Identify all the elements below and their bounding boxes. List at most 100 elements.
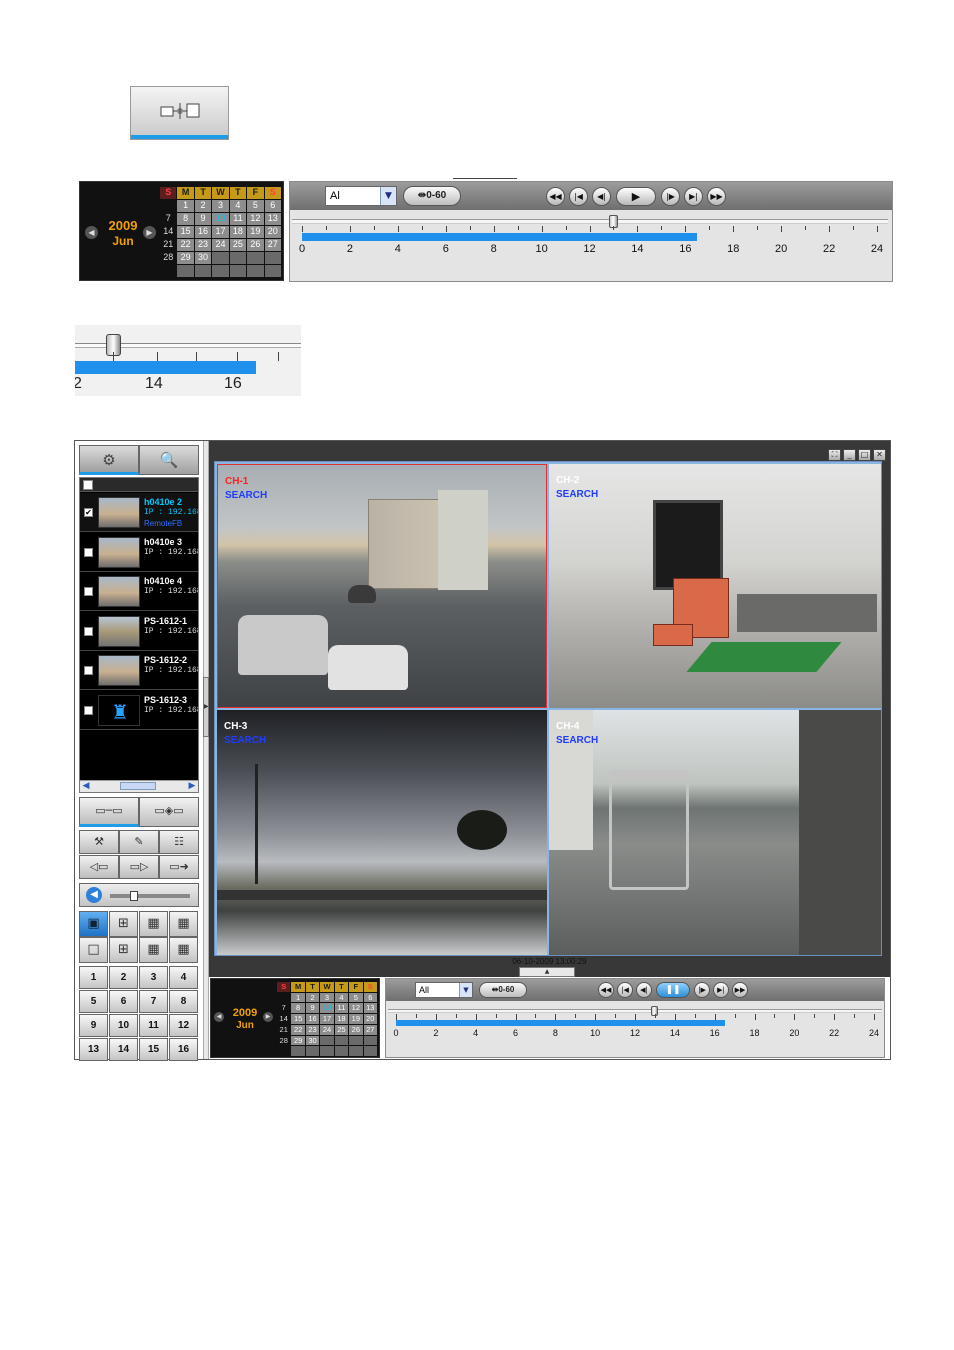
- calendar-day[interactable]: 20: [264, 226, 281, 238]
- calendar-day[interactable]: 26: [247, 239, 264, 251]
- calendar-day[interactable]: 24: [320, 1024, 334, 1035]
- calendar-day[interactable]: 29: [177, 252, 194, 264]
- prev-month-icon[interactable]: ◀: [85, 226, 98, 239]
- rewind-icon[interactable]: ◀◀: [546, 187, 565, 206]
- layout-sixteen-button[interactable]: ▦: [169, 937, 198, 963]
- calendar-day[interactable]: 11: [334, 1003, 349, 1014]
- calendar-day[interactable]: 4: [229, 200, 247, 212]
- step-forward-icon[interactable]: |▶: [661, 187, 680, 206]
- calendar-day[interactable]: 18: [334, 1014, 349, 1024]
- device-checkbox[interactable]: [84, 666, 93, 675]
- connect-button[interactable]: ▭─▭: [79, 797, 139, 827]
- camera-view[interactable]: CH-4 SEARCH: [549, 710, 881, 955]
- calendar-day[interactable]: 12: [349, 1003, 363, 1014]
- device-item[interactable]: h0410e 4IP : 192.168.1: [80, 572, 198, 611]
- calendar-day[interactable]: 12: [247, 213, 264, 225]
- camera-view[interactable]: CH-1 SEARCH: [217, 464, 547, 708]
- volume-handle[interactable]: [130, 891, 138, 901]
- calendar-day[interactable]: 6: [264, 200, 281, 212]
- close-icon[interactable]: ✕: [873, 449, 886, 461]
- calendar-day[interactable]: 2: [305, 992, 320, 1003]
- calendar-day[interactable]: 25: [229, 239, 247, 251]
- channel-button[interactable]: 13: [79, 1038, 108, 1061]
- last-frame-icon[interactable]: ▶|: [713, 982, 729, 998]
- camera-view[interactable]: CH-3 SEARCH: [217, 710, 547, 955]
- calendar-day[interactable]: 15: [291, 1014, 305, 1024]
- calendar-day[interactable]: 20: [363, 1014, 377, 1024]
- channel-button[interactable]: 8: [169, 990, 198, 1013]
- collapse-timeline-icon[interactable]: ▲: [519, 967, 575, 977]
- scroll-left-icon[interactable]: ◀: [80, 781, 92, 792]
- fast-forward-icon[interactable]: ▶▶: [732, 982, 748, 998]
- export-button[interactable]: ▭➜: [159, 855, 199, 879]
- channel-button[interactable]: 5: [79, 990, 108, 1013]
- seek-track[interactable]: [388, 1009, 882, 1013]
- layout-4x4-button[interactable]: ▦: [169, 911, 198, 937]
- network-device-button[interactable]: [130, 86, 229, 140]
- layout-nine-button[interactable]: ▦: [139, 937, 168, 963]
- calendar-day[interactable]: 16: [305, 1014, 320, 1024]
- channel-button[interactable]: 4: [169, 966, 198, 989]
- device-checkbox[interactable]: [84, 547, 93, 557]
- calendar-day[interactable]: 9: [305, 1003, 320, 1014]
- calendar-day[interactable]: 22: [177, 239, 194, 251]
- calendar-day[interactable]: 15: [177, 226, 194, 238]
- calendar-day[interactable]: 19: [247, 226, 264, 238]
- next-month-icon[interactable]: ▶: [143, 226, 156, 239]
- timeline[interactable]: 0 2 4 6 8 10 12 14 16 18 20 22 24: [393, 1014, 879, 1040]
- calendar-day[interactable]: 4: [334, 992, 349, 1003]
- calendar-day[interactable]: 3: [212, 200, 229, 212]
- device-item[interactable]: ✔ h0410e 2IP : 192.168.1 RemoteFB: [80, 493, 198, 532]
- channel-button[interactable]: 12: [169, 1014, 198, 1037]
- device-item[interactable]: ♜ PS-1612-3IP : 192.168.1: [80, 691, 198, 730]
- network-button[interactable]: ▭◈▭: [139, 797, 199, 827]
- layout-quad-button[interactable]: ⊞: [109, 937, 138, 963]
- channel-select[interactable]: All ▼: [415, 982, 473, 998]
- volume-track[interactable]: [110, 894, 190, 898]
- calendar-day[interactable]: 13: [264, 213, 281, 225]
- calendar-day[interactable]: 5: [349, 992, 363, 1003]
- calendar-day[interactable]: 27: [363, 1024, 377, 1035]
- zoom-range-button[interactable]: ⇹0-60: [479, 982, 527, 998]
- calendar-day[interactable]: 23: [305, 1024, 320, 1035]
- channel-button[interactable]: 7: [139, 990, 168, 1013]
- calendar-day[interactable]: 8: [177, 213, 194, 225]
- channel-button[interactable]: 6: [109, 990, 138, 1013]
- prev-month-icon[interactable]: ◀: [214, 1012, 224, 1022]
- layout-single-button[interactable]: □: [79, 937, 108, 963]
- last-frame-icon[interactable]: ▶|: [684, 187, 703, 206]
- device-item[interactable]: PS-1612-1IP : 192.168.1: [80, 612, 198, 651]
- tab-search[interactable]: 🔍: [139, 445, 199, 475]
- device-checkbox[interactable]: ✔: [84, 508, 93, 517]
- seek-track[interactable]: [292, 219, 888, 224]
- calendar-day[interactable]: 17: [320, 1014, 334, 1024]
- device-item[interactable]: h0410e 3IP : 192.168.1: [80, 533, 198, 572]
- fullscreen-icon[interactable]: ⛶: [828, 449, 841, 461]
- calendar-day[interactable]: 5: [247, 200, 264, 212]
- calendar-day[interactable]: 13: [363, 1003, 377, 1014]
- calendar-day[interactable]: 25: [334, 1024, 349, 1035]
- pause-icon[interactable]: ❚❚: [656, 982, 690, 998]
- calendar-day[interactable]: 22: [291, 1024, 305, 1035]
- step-forward-icon[interactable]: |▶: [694, 982, 710, 998]
- chevron-down-icon[interactable]: ▼: [380, 187, 396, 205]
- zoom-range-button[interactable]: ⇹0-60: [403, 186, 461, 206]
- calendar-day[interactable]: 19: [349, 1014, 363, 1024]
- device-item[interactable]: PS-1612-2IP : 192.168.1: [80, 651, 198, 690]
- channel-button[interactable]: 10: [109, 1014, 138, 1037]
- calendar-day[interactable]: 24: [212, 239, 229, 251]
- calendar-day[interactable]: 6: [363, 992, 377, 1003]
- calendar-day[interactable]: 3: [320, 992, 334, 1003]
- minimize-icon[interactable]: _: [843, 449, 856, 461]
- channel-button[interactable]: 1: [79, 966, 108, 989]
- rewind-icon[interactable]: ◀◀: [598, 982, 614, 998]
- channel-button[interactable]: 11: [139, 1014, 168, 1037]
- calendar-day[interactable]: 30: [305, 1035, 320, 1046]
- calendar-day[interactable]: 23: [194, 239, 212, 251]
- audio-in-button[interactable]: ◁▭: [79, 855, 119, 879]
- calendar-day[interactable]: 26: [349, 1024, 363, 1035]
- channel-select[interactable]: Al ▼: [325, 186, 397, 206]
- timeline[interactable]: 0 2 4 6 8 10 12 14 16 18 20 22 24: [299, 226, 883, 256]
- audio-out-button[interactable]: ▭▷: [119, 855, 159, 879]
- device-checkbox[interactable]: [84, 587, 93, 596]
